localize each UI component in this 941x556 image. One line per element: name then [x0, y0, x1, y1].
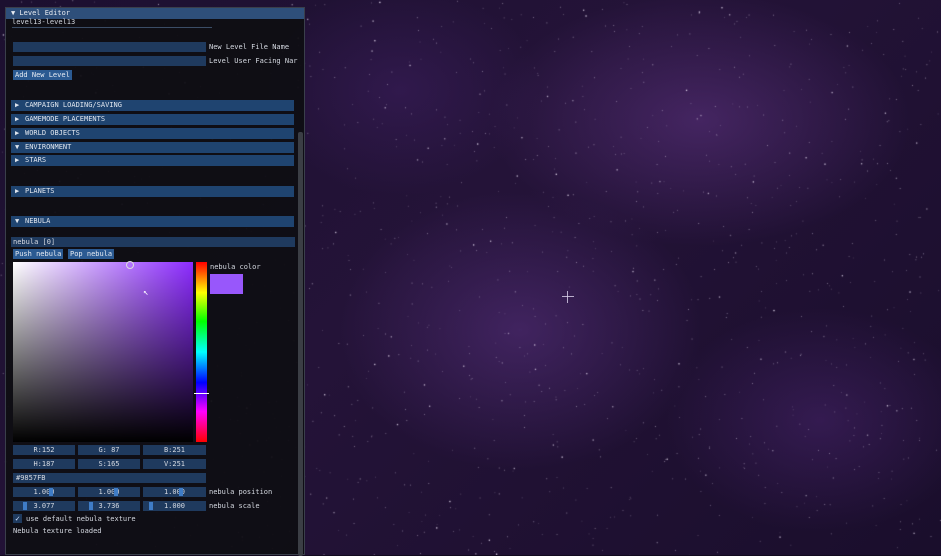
- saturation-value-picker[interactable]: [13, 262, 193, 442]
- level-name: level13-level13: [12, 18, 76, 26]
- pop-nebula-button[interactable]: Pop nebula: [68, 249, 115, 259]
- hue-slider[interactable]: [196, 262, 207, 442]
- chevron-right-icon: ▶: [15, 187, 20, 195]
- red-field[interactable]: R:152: [13, 445, 75, 455]
- section-gamemode[interactable]: ▶ GAMEMODE PLACEMENTS: [11, 114, 294, 125]
- chevron-right-icon: ▶: [15, 129, 20, 137]
- section-world-objects[interactable]: ▶ WORLD OBJECTS: [11, 128, 294, 139]
- push-nebula-button[interactable]: Push nebula: [13, 249, 64, 259]
- nebula-item-label: nebula [0]: [13, 238, 56, 246]
- level-user-facing-name-label: Level User Facing Nar: [209, 57, 298, 65]
- chevron-down-icon: ▼: [15, 143, 20, 151]
- hex-field[interactable]: #9857FB: [13, 473, 206, 483]
- position-y-field[interactable]: 1.000: [78, 487, 140, 497]
- scale-x-field[interactable]: 3.077: [13, 501, 75, 511]
- divider: [12, 27, 212, 28]
- picker-handle[interactable]: [126, 261, 134, 269]
- nebula-position-label: nebula position: [209, 488, 273, 496]
- nebula-scale-label: nebula scale: [209, 502, 260, 510]
- scale-z-field[interactable]: 1.000: [143, 501, 206, 511]
- level-user-facing-name-input[interactable]: [13, 56, 206, 66]
- color-swatch[interactable]: [210, 274, 243, 294]
- new-level-file-name-input[interactable]: [13, 42, 206, 52]
- position-z-field[interactable]: 1.000: [143, 487, 206, 497]
- section-nebula[interactable]: ▼ NEBULA: [11, 216, 294, 227]
- blue-field[interactable]: B:251: [143, 445, 206, 455]
- section-environment[interactable]: ▼ ENVIRONMENT: [11, 142, 294, 153]
- mouse-cursor-icon: ↖: [143, 288, 149, 298]
- chevron-right-icon: ▶: [15, 115, 20, 123]
- scale-y-field[interactable]: 3.736: [78, 501, 140, 511]
- value-field[interactable]: V:251: [143, 459, 206, 469]
- default-texture-label: use default nebula texture: [26, 515, 136, 523]
- green-field[interactable]: G: 87: [78, 445, 140, 455]
- section-campaign[interactable]: ▶ CAMPAIGN LOADING/SAVING: [11, 100, 294, 111]
- saturation-field[interactable]: S:165: [78, 459, 140, 469]
- hue-marker[interactable]: [194, 393, 209, 394]
- section-planets[interactable]: ▶ PLANETS: [11, 186, 294, 197]
- chevron-right-icon: ▶: [15, 156, 20, 164]
- new-level-file-name-label: New Level File Name: [209, 43, 290, 51]
- texture-status: Nebula texture loaded: [13, 527, 102, 535]
- crosshair-icon: [562, 291, 574, 303]
- nebula-color-label: nebula color: [210, 263, 261, 271]
- chevron-down-icon: ▼: [15, 217, 20, 225]
- window-title: ▼ Level Editor: [11, 9, 71, 17]
- section-stars[interactable]: ▶ STARS: [11, 155, 294, 166]
- add-new-level-button[interactable]: Add New Level: [13, 70, 72, 80]
- hue-field[interactable]: H:187: [13, 459, 75, 469]
- scrollbar[interactable]: [298, 132, 303, 556]
- level-editor-window: ▼ Level Editor level13-level13 New Level…: [5, 7, 305, 556]
- default-texture-checkbox[interactable]: ✓: [13, 514, 22, 523]
- chevron-right-icon: ▶: [15, 101, 20, 109]
- position-x-field[interactable]: 1.000: [13, 487, 75, 497]
